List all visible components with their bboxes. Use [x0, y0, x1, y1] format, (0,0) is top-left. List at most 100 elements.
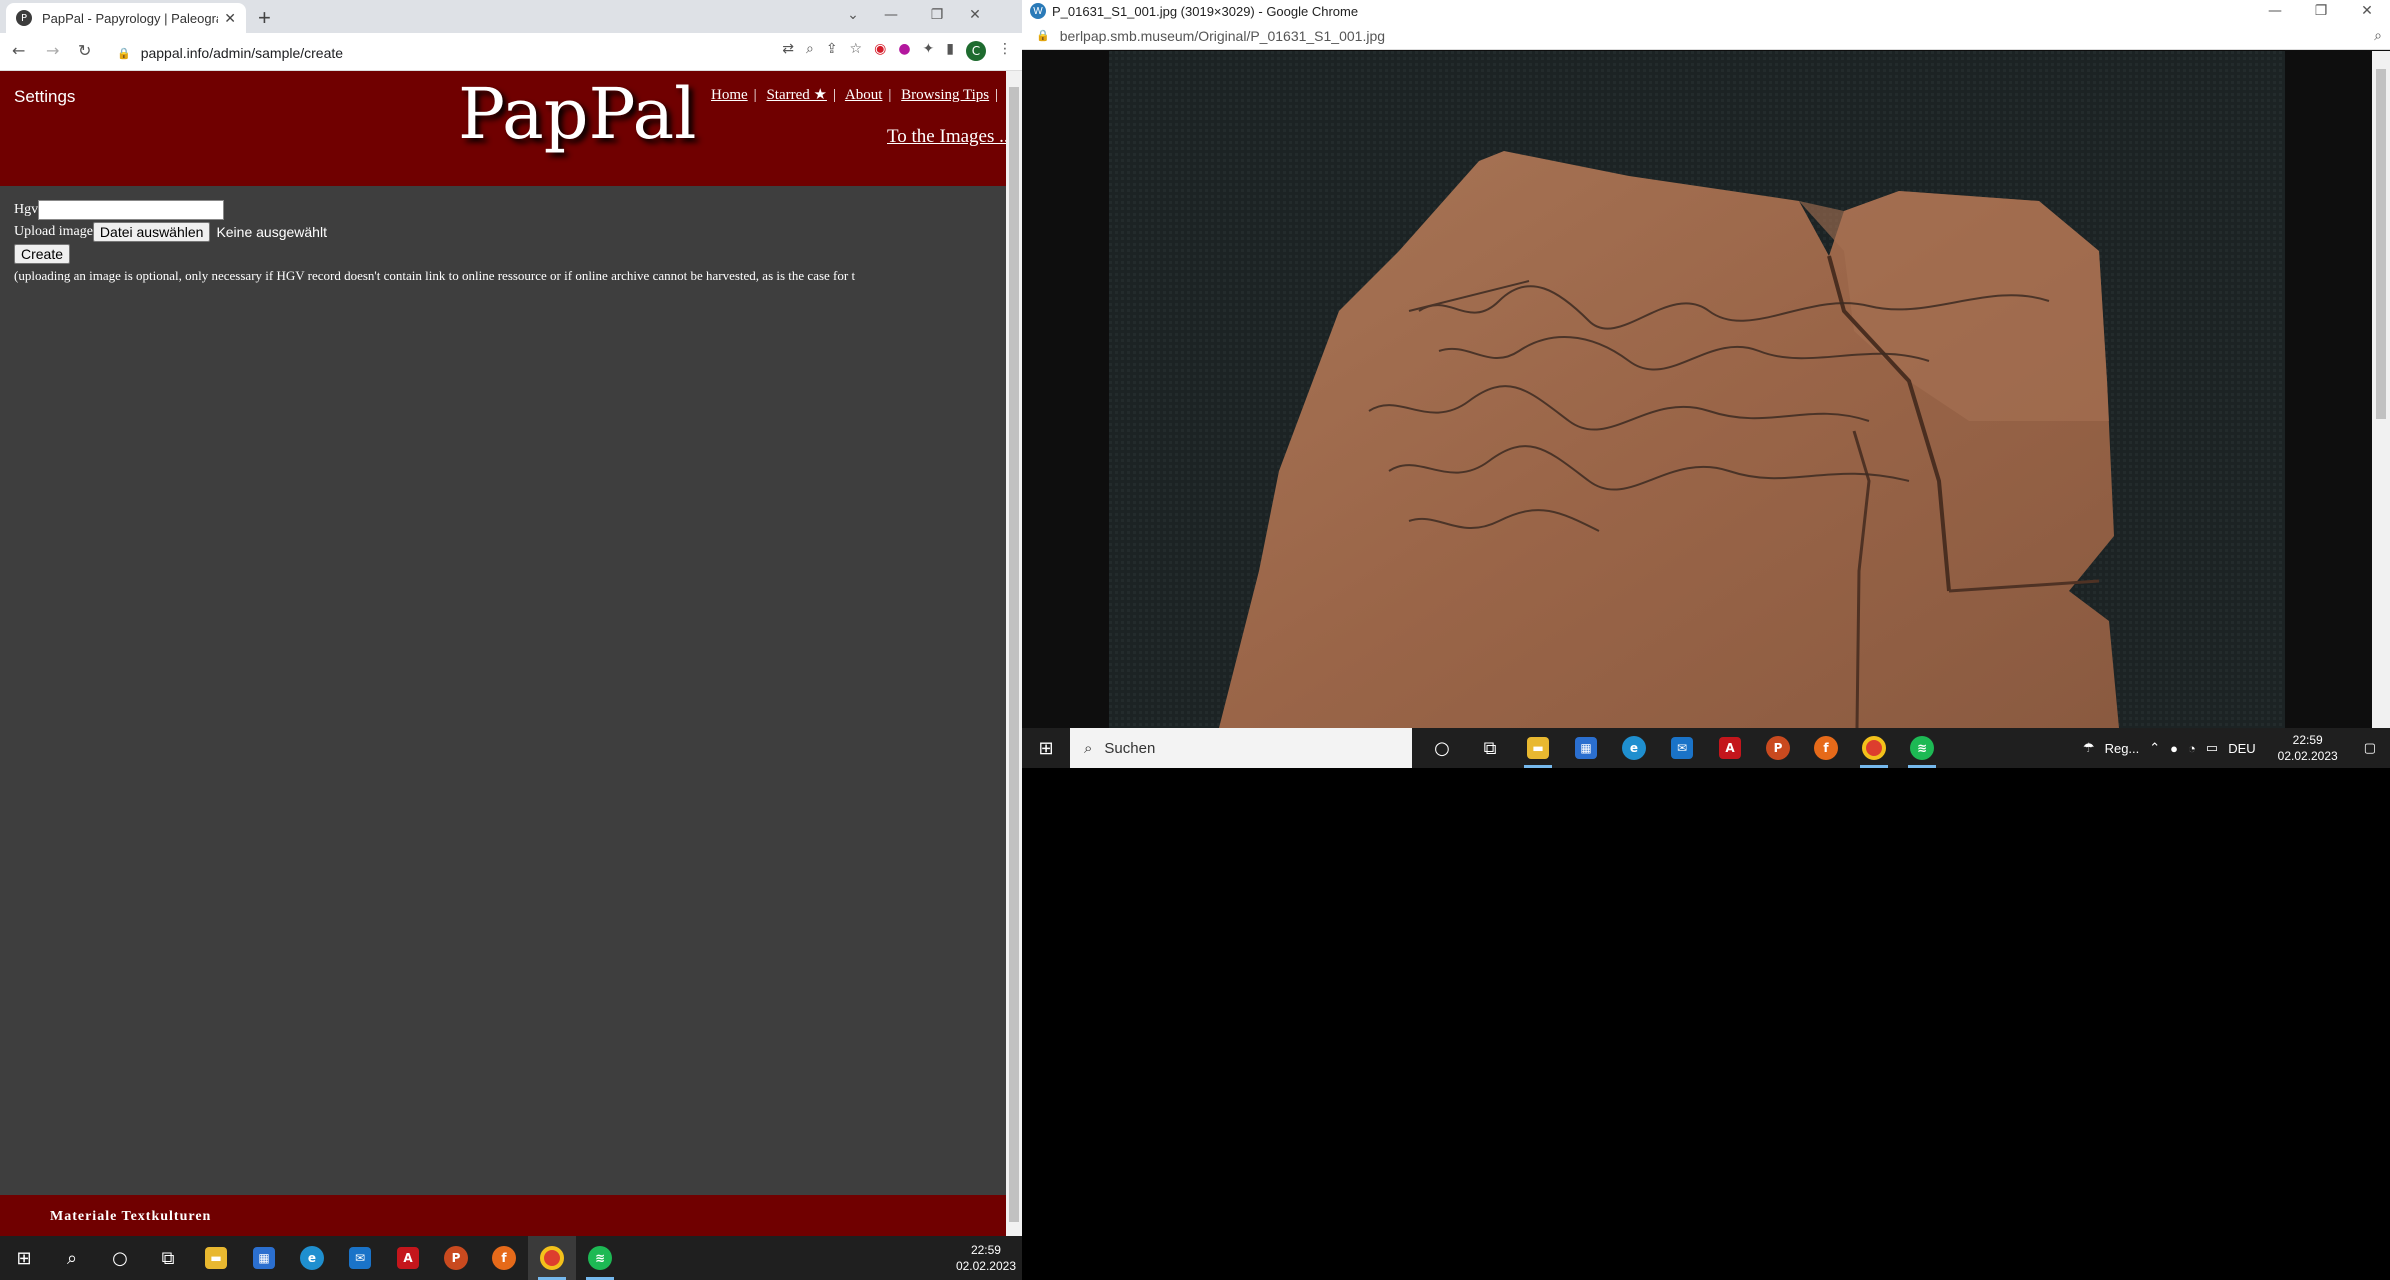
- right-window-controls: — ❐ ✕: [2252, 0, 2390, 22]
- share-icon[interactable]: ⇪: [826, 41, 838, 61]
- mail-icon-left[interactable]: ✉: [336, 1236, 384, 1280]
- right-minimize-icon[interactable]: —: [2252, 0, 2298, 22]
- search-placeholder: Suchen: [1104, 739, 1156, 757]
- spotify-icon[interactable]: ≋: [1898, 728, 1946, 768]
- right-zoom-icon[interactable]: ⌕: [2374, 27, 2382, 44]
- mail-icon[interactable]: ✉: [1658, 728, 1706, 768]
- start-button-left[interactable]: ⊞: [0, 1236, 48, 1280]
- lock-icon: 🔒: [117, 47, 131, 60]
- tab-pappal[interactable]: P PapPal - Papyrology | Paleograph ✕: [6, 3, 246, 33]
- right-lock-icon: 🔒: [1036, 30, 1050, 42]
- zoom-icon[interactable]: ⌕: [806, 41, 814, 61]
- new-tab-icon[interactable]: +: [258, 5, 271, 31]
- firefox-icon-left[interactable]: f: [480, 1236, 528, 1280]
- right-vertical-scrollbar[interactable]: [2372, 51, 2390, 728]
- bookmark-star-icon[interactable]: ☆: [850, 41, 863, 61]
- taskbar-clock[interactable]: 22:59 02.02.2023: [2278, 732, 2338, 764]
- task-view-icon[interactable]: ⧉: [1466, 728, 1514, 768]
- ostracon-photo[interactable]: [1109, 51, 2285, 728]
- firefox-icon[interactable]: f: [1802, 728, 1850, 768]
- address-bar[interactable]: 🔒 pappal.info/admin/sample/create: [117, 40, 697, 66]
- weather-icon[interactable]: ☂: [2083, 740, 2095, 756]
- extensions-puzzle-icon[interactable]: ✦: [923, 41, 935, 61]
- cortana-icon[interactable]: ○: [1418, 728, 1466, 768]
- system-tray: ☂ Reg... ⌃ ● ◔ ▭ DEU 22:59 02.02.2023 ▢: [2083, 732, 2390, 764]
- right-scroll-thumb[interactable]: [2376, 69, 2386, 419]
- translate-icon[interactable]: ⇄: [782, 41, 794, 61]
- minimize-icon[interactable]: —: [868, 0, 914, 30]
- taskbar-clock-left[interactable]: 22:59 02.02.2023: [956, 1242, 1016, 1274]
- settings-link[interactable]: Settings: [14, 87, 75, 107]
- store-icon-left[interactable]: ▦: [240, 1236, 288, 1280]
- extension-badge-icon[interactable]: ●: [898, 41, 910, 61]
- right-window-titlebar: W P_01631_S1_001.jpg (3019×3029) - Googl…: [1022, 0, 2390, 22]
- menu-kebab-icon[interactable]: ⋮: [998, 41, 1012, 61]
- hgv-input[interactable]: [38, 200, 225, 220]
- chrome-icon-left[interactable]: [528, 1236, 576, 1280]
- ostracon-image: [1109, 51, 2285, 728]
- clock-time-left: 22:59: [970, 1243, 1001, 1257]
- tab-title: PapPal - Papyrology | Paleograph: [42, 10, 219, 26]
- acrobat-icon-left[interactable]: A: [384, 1236, 432, 1280]
- right-url-text: berlpap.smb.museum/Original/P_01631_S1_0…: [1059, 27, 1386, 44]
- cortana-icon-left[interactable]: ○: [96, 1236, 144, 1280]
- taskbar-search[interactable]: ⌕ Suchen: [1070, 728, 1412, 768]
- footer-text: Materiale Textkulturen: [50, 1209, 212, 1224]
- nav-about[interactable]: About: [845, 87, 883, 103]
- right-restore-icon[interactable]: ❐: [2298, 0, 2344, 22]
- start-button[interactable]: ⊞: [1022, 728, 1070, 768]
- close-window-icon[interactable]: ✕: [960, 0, 990, 30]
- to-the-images-link[interactable]: To the Images ...: [887, 126, 1013, 148]
- file-explorer-icon[interactable]: ▬: [1514, 728, 1562, 768]
- vertical-scroll-thumb[interactable]: [1009, 87, 1019, 1222]
- store-icon[interactable]: ▦: [1562, 728, 1610, 768]
- profile-avatar[interactable]: C: [966, 41, 986, 61]
- nav-browsing-tips[interactable]: Browsing Tips: [901, 87, 989, 103]
- battery-icon[interactable]: ▭: [2206, 740, 2218, 756]
- choose-file-button[interactable]: Datei auswählen: [92, 222, 211, 242]
- browser-toolbar: ← → ↻ 🔒 pappal.info/admin/sample/create …: [0, 33, 1022, 71]
- upload-note: (uploading an image is optional, only ne…: [14, 268, 856, 283]
- extension-shield-icon[interactable]: ◉: [874, 41, 886, 61]
- language-indicator[interactable]: DEU: [2228, 741, 2255, 756]
- right-browser-window: W P_01631_S1_001.jpg (3019×3029) - Googl…: [1022, 0, 2390, 728]
- notifications-icon[interactable]: ▢: [2364, 740, 2376, 756]
- forward-icon[interactable]: →: [46, 41, 59, 60]
- weather-text[interactable]: Reg...: [2105, 741, 2140, 756]
- reload-icon[interactable]: ↻: [78, 41, 91, 60]
- site-footer: Materiale Textkulturen: [0, 1195, 1006, 1236]
- right-window-title: P_01631_S1_001.jpg (3019×3029) - Google …: [1052, 3, 1359, 19]
- tray-app-icon[interactable]: ●: [2170, 741, 2178, 756]
- window-controls: ⌄ — ❐ ✕: [838, 0, 990, 30]
- search-icon-left[interactable]: ⌕: [48, 1236, 96, 1280]
- create-sample-form: Hgv Upload image Datei auswählen Keine a…: [14, 199, 1014, 287]
- nav-home[interactable]: Home: [711, 87, 748, 103]
- create-button[interactable]: Create: [14, 244, 71, 264]
- sidebar-icon[interactable]: ▮: [946, 41, 954, 61]
- spotify-icon-left[interactable]: ≋: [576, 1236, 624, 1280]
- vertical-scrollbar[interactable]: [1006, 71, 1022, 1236]
- task-view-icon-left[interactable]: ⧉: [144, 1236, 192, 1280]
- pappal-logo[interactable]: PapPal: [458, 73, 697, 155]
- pappal-page: Settings PapPal Home | Starred ★ | About | …: [0, 71, 1018, 1236]
- network-icon[interactable]: ◔: [2188, 741, 2196, 756]
- nav-starred[interactable]: Starred ★: [766, 87, 827, 103]
- tab-strip: P PapPal - Papyrology | Paleograph ✕ + ⌄…: [0, 0, 1022, 33]
- clock-date-left: 02.02.2023: [955, 1259, 1016, 1273]
- edge-icon-left[interactable]: e: [288, 1236, 336, 1280]
- edge-icon[interactable]: e: [1610, 728, 1658, 768]
- chrome-icon[interactable]: [1850, 728, 1898, 768]
- powerpoint-icon[interactable]: P: [1754, 728, 1802, 768]
- back-icon[interactable]: ←: [12, 41, 25, 60]
- right-address-bar[interactable]: 🔒 berlpap.smb.museum/Original/P_01631_S1…: [1022, 22, 2390, 50]
- right-close-icon[interactable]: ✕: [2344, 0, 2390, 22]
- acrobat-icon[interactable]: A: [1706, 728, 1754, 768]
- powerpoint-icon-left[interactable]: P: [432, 1236, 480, 1280]
- tab-search-icon[interactable]: ⌄: [838, 0, 868, 30]
- tray-chevron-icon[interactable]: ⌃: [2149, 740, 2160, 756]
- left-browser-window: P PapPal - Papyrology | Paleograph ✕ + ⌄…: [0, 0, 1022, 1236]
- file-explorer-icon-left[interactable]: ▬: [192, 1236, 240, 1280]
- restore-icon[interactable]: ❐: [914, 0, 960, 30]
- upload-image-label: Upload image: [14, 224, 93, 239]
- close-tab-icon[interactable]: ✕: [224, 10, 236, 27]
